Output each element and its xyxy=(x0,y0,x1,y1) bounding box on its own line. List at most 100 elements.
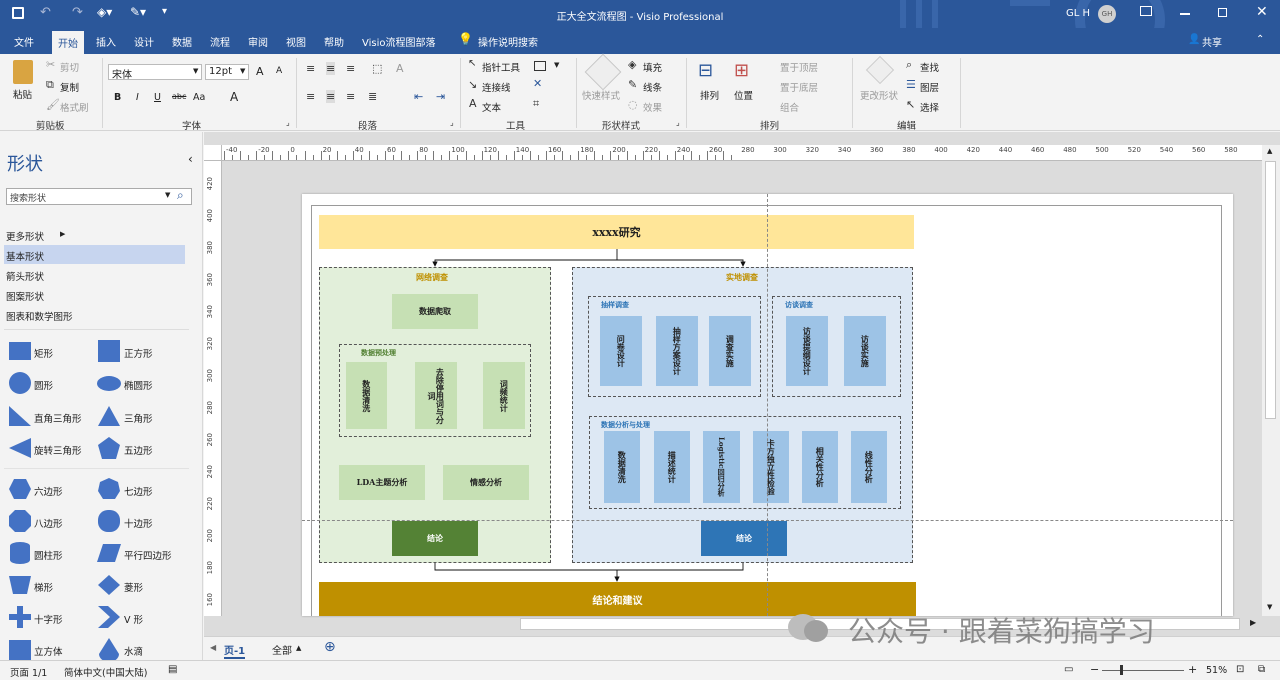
shape-octagon[interactable]: 八边形 xyxy=(34,516,63,530)
macro-icon[interactable]: ▤ xyxy=(168,664,177,675)
copy-button[interactable]: 复制 xyxy=(60,80,79,94)
find-button[interactable]: 查找 xyxy=(920,60,939,74)
heptagon-icon[interactable] xyxy=(98,478,120,500)
bring-front-button[interactable]: 置于顶层 xyxy=(780,60,818,74)
text-orientation-icon[interactable]: ⬚ xyxy=(372,62,382,75)
restore-icon[interactable] xyxy=(1218,8,1227,17)
align-shapes-icon[interactable]: ⊟ xyxy=(698,60,713,81)
page-indicator[interactable]: 页面 1/1 xyxy=(10,665,47,679)
shape-cross[interactable]: 十字形 xyxy=(34,612,63,626)
horizontal-ruler[interactable]: -40 -20 0 20 40 60 80 100 120 140 160 180 200 220 240 2… xyxy=(222,145,1262,161)
data-crawl-box[interactable]: 数据爬取 xyxy=(392,294,478,329)
shape-diamond[interactable]: 菱形 xyxy=(124,580,143,594)
position-icon[interactable]: ⊞ xyxy=(734,60,749,81)
search-icon[interactable]: ⌕ xyxy=(177,188,184,203)
shape-decagon[interactable]: 十边形 xyxy=(124,516,153,530)
text-tool-button[interactable]: 文本 xyxy=(482,100,501,114)
rectangle-icon[interactable] xyxy=(9,342,31,360)
shape-parallelogram[interactable]: 平行四边形 xyxy=(124,548,172,562)
tab-process[interactable]: 流程 xyxy=(210,34,230,49)
category-pattern-shapes[interactable]: 图案形状 xyxy=(6,289,44,303)
shape-rectangle[interactable]: 矩形 xyxy=(34,346,53,360)
dialog-launcher-icon[interactable]: ⌟ xyxy=(676,118,680,127)
octagon-icon[interactable] xyxy=(9,510,31,532)
vertical-scroll-thumb[interactable] xyxy=(1265,161,1276,419)
align-right-icon[interactable]: ≡ xyxy=(346,90,355,103)
increase-indent-icon[interactable]: ⇥ xyxy=(436,90,445,103)
interview-step-implement[interactable]: 访谈实施 xyxy=(844,316,886,386)
avatar[interactable]: GH xyxy=(1098,5,1116,23)
cut-button[interactable]: 剪切 xyxy=(60,60,79,74)
line-button[interactable]: 线条 xyxy=(643,80,662,94)
pointer-tool-button[interactable]: 指针工具 xyxy=(482,60,520,74)
shape-ellipse[interactable]: 椭圆形 xyxy=(124,378,153,392)
drop-icon[interactable] xyxy=(99,638,119,660)
vertical-scrollbar[interactable]: ▲ ▼ xyxy=(1262,145,1280,616)
page-tab[interactable]: 页-1 xyxy=(224,642,246,659)
hexagon-icon[interactable] xyxy=(9,478,31,500)
zoom-slider-thumb[interactable] xyxy=(1120,665,1123,675)
rectangle-tool-icon[interactable] xyxy=(534,61,546,71)
minimize-icon[interactable] xyxy=(1180,13,1190,15)
redo-icon[interactable]: ↷ xyxy=(72,5,83,20)
zoom-slider[interactable] xyxy=(1102,670,1184,671)
presentation-icon[interactable]: ▭ xyxy=(1064,664,1073,675)
bold-button[interactable]: B xyxy=(114,92,121,103)
change-shape-icon[interactable] xyxy=(865,55,895,85)
format-painter-button[interactable]: 格式刷 xyxy=(60,100,89,114)
user-name[interactable]: GL H xyxy=(1066,8,1090,19)
prev-page-icon[interactable]: ◀ xyxy=(210,643,216,652)
shape-search-box[interactable]: 搜索形状 ▼ ⌕ xyxy=(6,188,192,205)
analysis-step-correlation[interactable]: 相关性分析 xyxy=(802,431,838,503)
analysis-step-descriptive[interactable]: 描述统计 xyxy=(654,431,690,503)
decrease-indent-icon[interactable]: ⇤ xyxy=(414,90,423,103)
connection-point-icon[interactable]: ✕ xyxy=(533,77,542,90)
shape-cylinder[interactable]: 圆柱形 xyxy=(34,548,63,562)
rotated-triangle-icon[interactable] xyxy=(9,438,31,458)
chevron-down-icon[interactable]: ▼ xyxy=(165,191,170,199)
tab-data[interactable]: 数据 xyxy=(172,34,192,49)
group-button[interactable]: 组合 xyxy=(780,100,799,114)
text-autofit-icon[interactable]: A xyxy=(396,62,404,75)
tab-view[interactable]: 视图 xyxy=(286,34,306,49)
pen-icon[interactable]: ✎▾ xyxy=(130,5,146,19)
align-center-icon[interactable]: ≡ xyxy=(326,90,336,103)
tab-review[interactable]: 审阅 xyxy=(248,34,268,49)
connector-button[interactable]: 连接线 xyxy=(482,80,511,94)
sampling-step-plan[interactable]: 抽样方案设计 xyxy=(656,316,698,386)
category-basic-shapes[interactable]: 基本形状 xyxy=(6,249,44,263)
trapezoid-icon[interactable] xyxy=(9,576,31,594)
scroll-down-icon[interactable]: ▼ xyxy=(1267,603,1272,611)
chevron-down-icon[interactable]: ▼ xyxy=(554,61,559,69)
circle-icon[interactable] xyxy=(9,372,31,394)
shape-heptagon[interactable]: 七边形 xyxy=(124,484,153,498)
ribbon-display-icon[interactable] xyxy=(1140,6,1152,16)
align-button[interactable]: 排列 xyxy=(700,88,719,102)
analysis-step-chisquare[interactable]: 卡方独立性检验 xyxy=(753,431,789,503)
shape-pentagon[interactable]: 五边形 xyxy=(124,443,153,457)
save-icon[interactable] xyxy=(12,7,24,19)
cylinder-icon[interactable] xyxy=(10,542,30,564)
position-button[interactable]: 位置 xyxy=(734,88,753,102)
align-left-icon[interactable]: ≡ xyxy=(306,90,315,103)
select-button[interactable]: 选择 xyxy=(920,100,939,114)
parallelogram-icon[interactable] xyxy=(97,544,121,562)
tell-me-search[interactable]: 操作说明搜索 xyxy=(478,34,538,49)
diagram-title-box[interactable]: xxxx研究 xyxy=(319,215,914,249)
collapse-ribbon-icon[interactable]: ⌃ xyxy=(1256,34,1264,45)
scroll-right-icon[interactable]: ▶ xyxy=(1250,618,1256,627)
shape-triangle[interactable]: 三角形 xyxy=(124,411,153,425)
switch-windows-icon[interactable]: ⧉ xyxy=(1258,664,1265,675)
dialog-launcher-icon[interactable]: ⌟ xyxy=(286,118,290,127)
analysis-step-clean[interactable]: 数据清洗 xyxy=(604,431,640,503)
strikethrough-button[interactable]: abc xyxy=(172,92,186,101)
shape-chevron[interactable]: V 形 xyxy=(124,612,143,626)
search-input[interactable]: 搜索形状 xyxy=(10,191,46,204)
undo-icon[interactable]: ↶ xyxy=(40,5,51,20)
layers-button[interactable]: 图层 xyxy=(920,80,939,94)
drawing-page[interactable]: xxxx研究 网络调查 数据爬取 数据预处理 数据清洗 去除停用词与分词 词频统… xyxy=(302,194,1233,616)
interview-step-outline[interactable]: 访谈提纲设计 xyxy=(786,316,828,386)
fill-button[interactable]: 填充 xyxy=(643,60,662,74)
crop-icon[interactable]: ⌗ xyxy=(533,97,539,111)
zoom-in-icon[interactable]: + xyxy=(1188,663,1197,676)
